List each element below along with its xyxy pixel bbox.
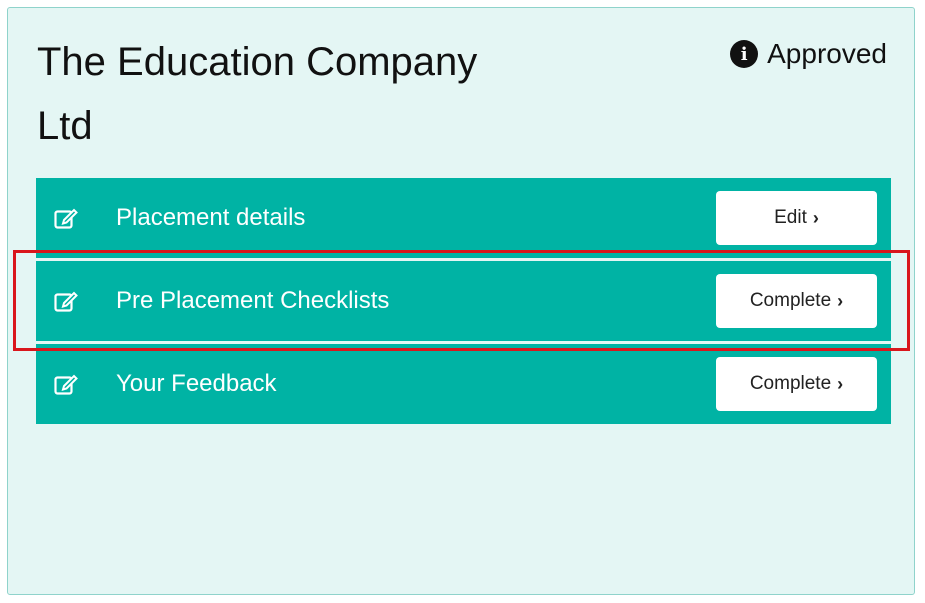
status-label: Approved — [767, 38, 887, 69]
edit-icon — [54, 291, 78, 312]
status-badge: i Approved — [730, 38, 887, 70]
section-label: Your Feedback — [116, 370, 277, 397]
edit-button[interactable]: Edit › — [716, 191, 877, 245]
chevron-right-icon: › — [837, 373, 844, 394]
company-name: The Education Company Ltd — [37, 40, 478, 148]
info-icon: i — [730, 40, 759, 68]
chevron-right-icon: › — [837, 290, 844, 311]
section-row-your-feedback: Your Feedback Complete › — [36, 344, 891, 424]
edit-icon — [54, 374, 78, 395]
button-label: Complete — [749, 373, 832, 394]
edit-icon — [54, 208, 78, 229]
section-label: Pre Placement Checklists — [116, 287, 390, 314]
complete-checklists-button[interactable]: Complete › — [716, 274, 877, 328]
section-row-pre-placement-checklists: Pre Placement Checklists Complete › — [36, 261, 891, 341]
complete-feedback-button[interactable]: Complete › — [716, 357, 877, 411]
button-label: Complete — [749, 290, 832, 311]
section-list: Placement details Edit › Pre Placement C… — [36, 178, 891, 424]
section-label: Placement details — [116, 204, 306, 231]
chevron-right-icon: › — [812, 207, 819, 228]
button-label: Edit — [774, 207, 807, 228]
section-row-placement-details: Placement details Edit › — [36, 178, 891, 258]
placement-card: The Education Company Ltd i Approved Pla… — [7, 7, 915, 595]
